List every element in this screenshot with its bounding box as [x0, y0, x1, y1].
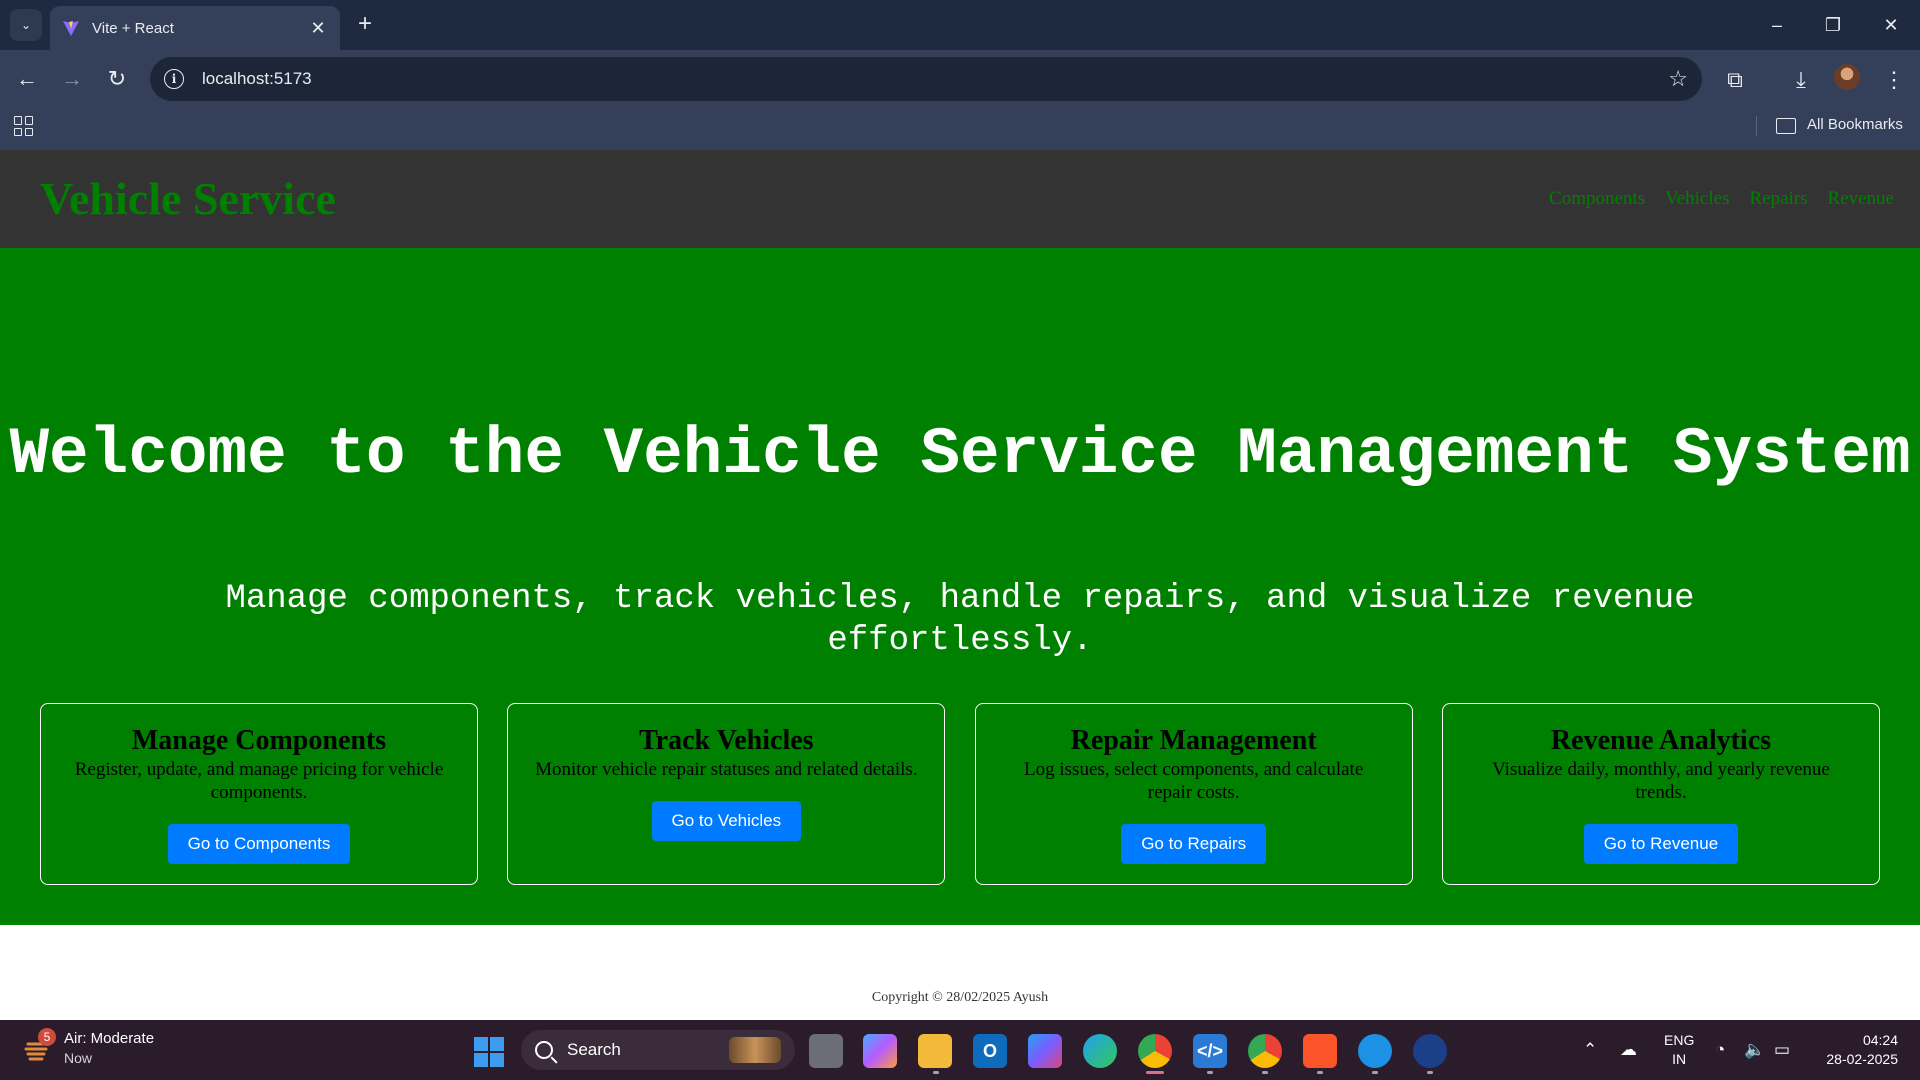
microsoft-365-icon[interactable]	[1028, 1034, 1062, 1068]
url-text[interactable]: localhost:5173	[202, 69, 1668, 89]
card-description: Monitor vehicle repair statuses and rela…	[535, 759, 918, 780]
site-nav: Components Vehicles Repairs Revenue	[1549, 188, 1894, 210]
browser-toolbar: ← → ↻ i localhost:5173 ☆ ⧉ ⤓ ⋮	[0, 50, 1920, 108]
tray-chevron-up-icon[interactable]: ⌃	[1583, 1040, 1597, 1060]
go-to-repairs-button[interactable]: Go to Repairs	[1121, 824, 1267, 864]
chrome-icon[interactable]	[1138, 1034, 1172, 1068]
forward-arrow-icon[interactable]: →	[59, 66, 85, 92]
docker-icon[interactable]	[1358, 1034, 1392, 1068]
active-indicator	[1146, 1071, 1164, 1074]
address-bar[interactable]: i localhost:5173 ☆	[150, 57, 1702, 101]
tab-search-chevron-icon[interactable]: ⌄	[10, 9, 42, 41]
site-brand[interactable]: Vehicle Service	[40, 172, 336, 225]
card-description: Register, update, and manage pricing for…	[74, 759, 444, 803]
outlook-icon[interactable]: O	[973, 1034, 1007, 1068]
apps-grid-icon[interactable]	[14, 116, 34, 136]
running-indicator	[1262, 1071, 1268, 1074]
vscode-icon[interactable]: </>	[1193, 1034, 1227, 1068]
minimize-icon[interactable]: –	[1763, 12, 1791, 38]
edge-icon[interactable]	[1083, 1034, 1117, 1068]
taskbar-search[interactable]: Search	[521, 1030, 795, 1070]
chrome-profile-icon[interactable]	[1248, 1034, 1282, 1068]
card-title: Manage Components	[131, 725, 387, 756]
feature-card-components: Manage Components Register, update, and …	[40, 703, 478, 885]
wifi-icon[interactable]: ◔	[1715, 1040, 1725, 1060]
tab-close-icon[interactable]: ✕	[308, 18, 328, 39]
extensions-icon[interactable]: ⧉	[1721, 66, 1749, 94]
vite-favicon-icon	[63, 21, 79, 36]
hero-subtitle: Manage components, track vehicles, handl…	[225, 580, 1695, 660]
profile-avatar[interactable]	[1834, 64, 1860, 90]
back-arrow-icon[interactable]: ←	[14, 66, 40, 92]
go-to-vehicles-button[interactable]: Go to Vehicles	[651, 801, 802, 841]
nav-link-vehicles[interactable]: Vehicles	[1665, 188, 1729, 210]
go-to-revenue-button[interactable]: Go to Revenue	[1583, 824, 1739, 864]
copilot-icon[interactable]	[863, 1034, 897, 1068]
bookmarks-bar	[0, 108, 1920, 150]
feature-card-revenue: Revenue Analytics Visualize daily, month…	[1441, 703, 1880, 885]
windows-start-icon[interactable]	[474, 1037, 504, 1067]
tab-title: Vite + React	[92, 19, 174, 37]
feature-card-vehicles: Track Vehicles Monitor vehicle repair st…	[507, 703, 946, 885]
file-explorer-icon[interactable]	[918, 1034, 952, 1068]
battery-icon[interactable]: ▭	[1774, 1040, 1790, 1060]
clock-time: 04:24	[1862, 1032, 1898, 1048]
nav-link-revenue[interactable]: Revenue	[1828, 188, 1894, 210]
clock-date: 28-02-2025	[1826, 1051, 1898, 1067]
folder-icon[interactable]	[1776, 118, 1796, 134]
site-info-icon[interactable]: i	[164, 69, 184, 89]
restore-icon[interactable]: ❐	[1819, 12, 1847, 38]
taskbar-search-label: Search	[567, 1040, 621, 1059]
browser-tab-bar: ⌄ Vite + React ✕ + – ❐ ✕	[0, 0, 1920, 50]
new-tab-button[interactable]: +	[352, 12, 378, 38]
language-indicator[interactable]: ENG IN	[1664, 1031, 1694, 1069]
bookmarks-divider	[1756, 116, 1757, 136]
close-window-icon[interactable]: ✕	[1877, 12, 1905, 38]
site-header: Vehicle Service Components Vehicles Repa…	[0, 150, 1920, 248]
penguin-app-icon[interactable]	[1413, 1034, 1447, 1068]
card-title: Repair Management	[1070, 725, 1317, 756]
brave-icon[interactable]	[1303, 1034, 1337, 1068]
reload-icon[interactable]: ↻	[104, 66, 130, 92]
card-title: Revenue Analytics	[1550, 725, 1772, 756]
download-icon[interactable]: ⤓	[1787, 66, 1815, 94]
weather-title[interactable]: Air: Moderate	[64, 1030, 154, 1047]
volume-icon[interactable]: 🔈	[1744, 1040, 1765, 1060]
running-indicator	[1427, 1071, 1433, 1074]
search-highlight-icon	[729, 1037, 781, 1063]
feature-card-repairs: Repair Management Log issues, select com…	[974, 703, 1413, 885]
browser-tab[interactable]: Vite + React ✕	[50, 6, 340, 50]
footer-copyright: Copyright © 28/02/2025 Ayush	[871, 990, 1049, 1005]
weather-subtitle: Now	[64, 1050, 93, 1066]
menu-kebab-icon[interactable]: ⋮	[1880, 66, 1908, 94]
running-indicator	[1207, 1071, 1213, 1074]
card-title: Track Vehicles	[639, 725, 814, 756]
card-description: Visualize daily, monthly, and yearly rev…	[1492, 759, 1830, 803]
hero-section: Welcome to the Vehicle Service Managemen…	[0, 248, 1920, 925]
running-indicator	[933, 1071, 939, 1074]
all-bookmarks-label[interactable]: All Bookmarks	[1807, 116, 1903, 133]
running-indicator	[1317, 1071, 1323, 1074]
feature-cards: Manage Components Register, update, and …	[40, 703, 1880, 885]
bookmark-star-icon[interactable]: ☆	[1668, 66, 1688, 92]
hero-title: Welcome to the Vehicle Service Managemen…	[9, 417, 1911, 492]
card-description: Log issues, select components, and calcu…	[1024, 759, 1364, 803]
search-icon	[535, 1041, 553, 1059]
task-view-icon[interactable]	[809, 1034, 843, 1068]
nav-link-repairs[interactable]: Repairs	[1749, 188, 1807, 210]
go-to-components-button[interactable]: Go to Components	[167, 824, 351, 864]
system-clock[interactable]: 04:24 28-02-2025	[1810, 1031, 1898, 1069]
running-indicator	[1372, 1071, 1378, 1074]
onedrive-cloud-icon[interactable]: ☁	[1620, 1040, 1637, 1060]
region-code: IN	[1672, 1051, 1687, 1067]
language-code: ENG	[1664, 1032, 1695, 1048]
weather-badge: 5	[38, 1028, 56, 1046]
nav-link-components[interactable]: Components	[1549, 188, 1645, 210]
